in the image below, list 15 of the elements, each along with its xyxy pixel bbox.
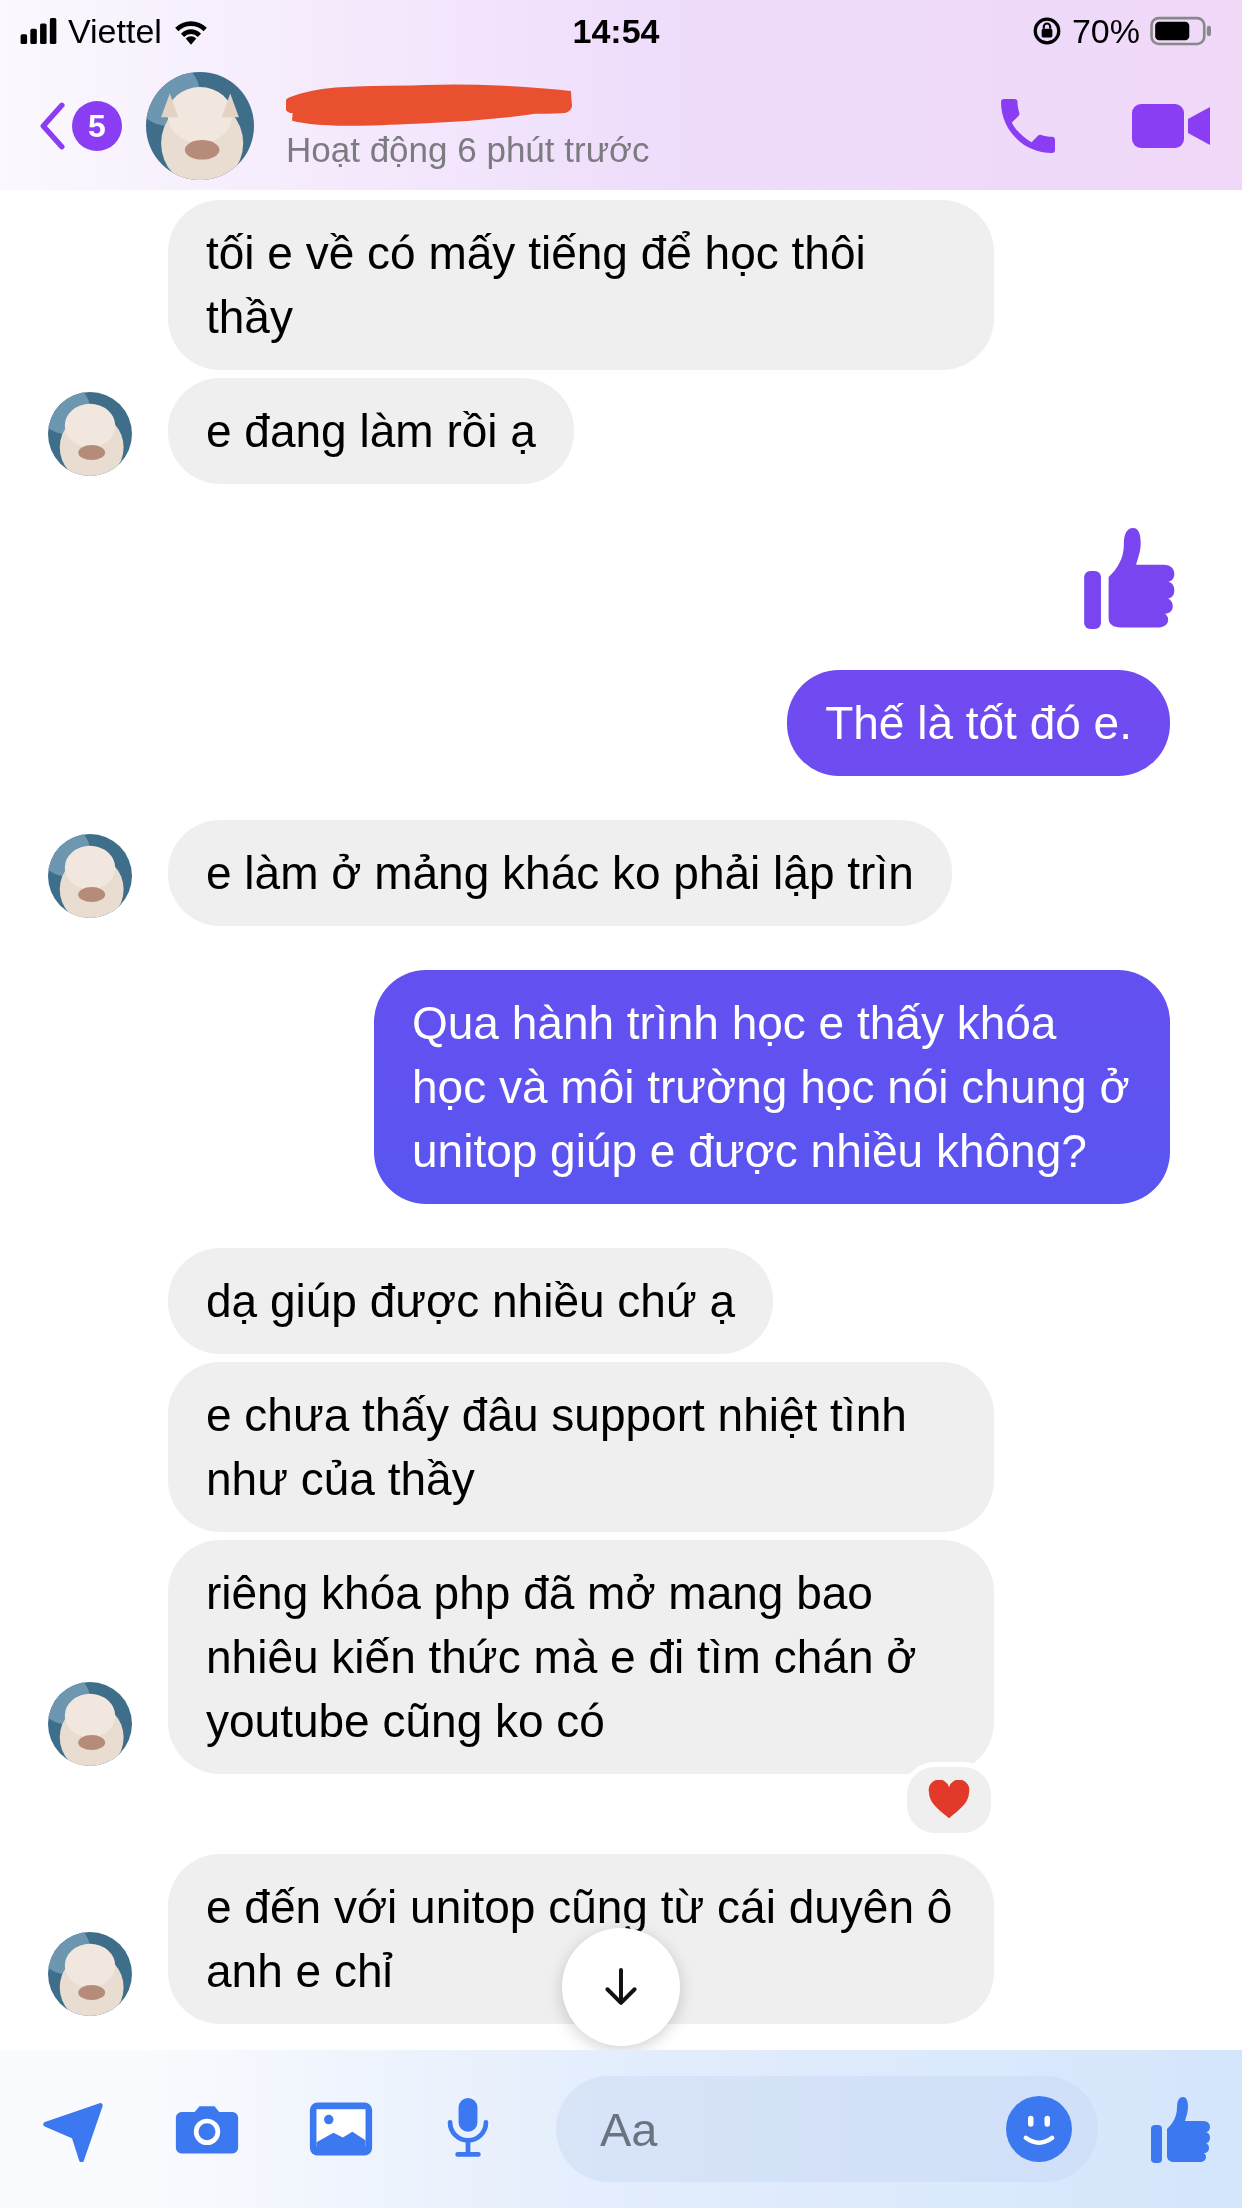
message-bubble: Thế là tốt đó e. <box>787 670 1170 776</box>
active-status: Hoạt động 6 phút trước <box>286 130 651 170</box>
message-bubble: tối e về có mấy tiếng để học thôi thầy <box>168 200 994 370</box>
message-bubble: Qua hành trình học e thấy khóa học và môi trường học nói chung ở unitop giúp e được nhiều không? <box>374 970 1170 1204</box>
message-bubble: dạ giúp được nhiều chứ ạ <box>168 1248 774 1354</box>
unread-badge: 5 <box>72 101 122 151</box>
carrier-name: Viettel <box>68 11 162 51</box>
message-bubble: e chưa thấy đâu support nhiệt tình như của thầy <box>168 1362 994 1532</box>
back-button[interactable]: 5 <box>38 101 122 151</box>
message-bubble: riêng khóa php đã mở mang bao nhiêu kiến thức mà e đi tìm chán ở youtube cũng ko có <box>168 1540 994 1774</box>
battery-percent: 70% <box>1071 11 1140 51</box>
clock-time: 14:54 <box>572 11 660 51</box>
message-bubble: e đến với unitop cũng từ cái duyên ô anh e chỉ <box>168 1854 994 2024</box>
message-bubble: e làm ở mảng khác ko phải lập trìn <box>168 820 952 926</box>
message-bubble: e đang làm rồi ạ <box>168 378 574 484</box>
